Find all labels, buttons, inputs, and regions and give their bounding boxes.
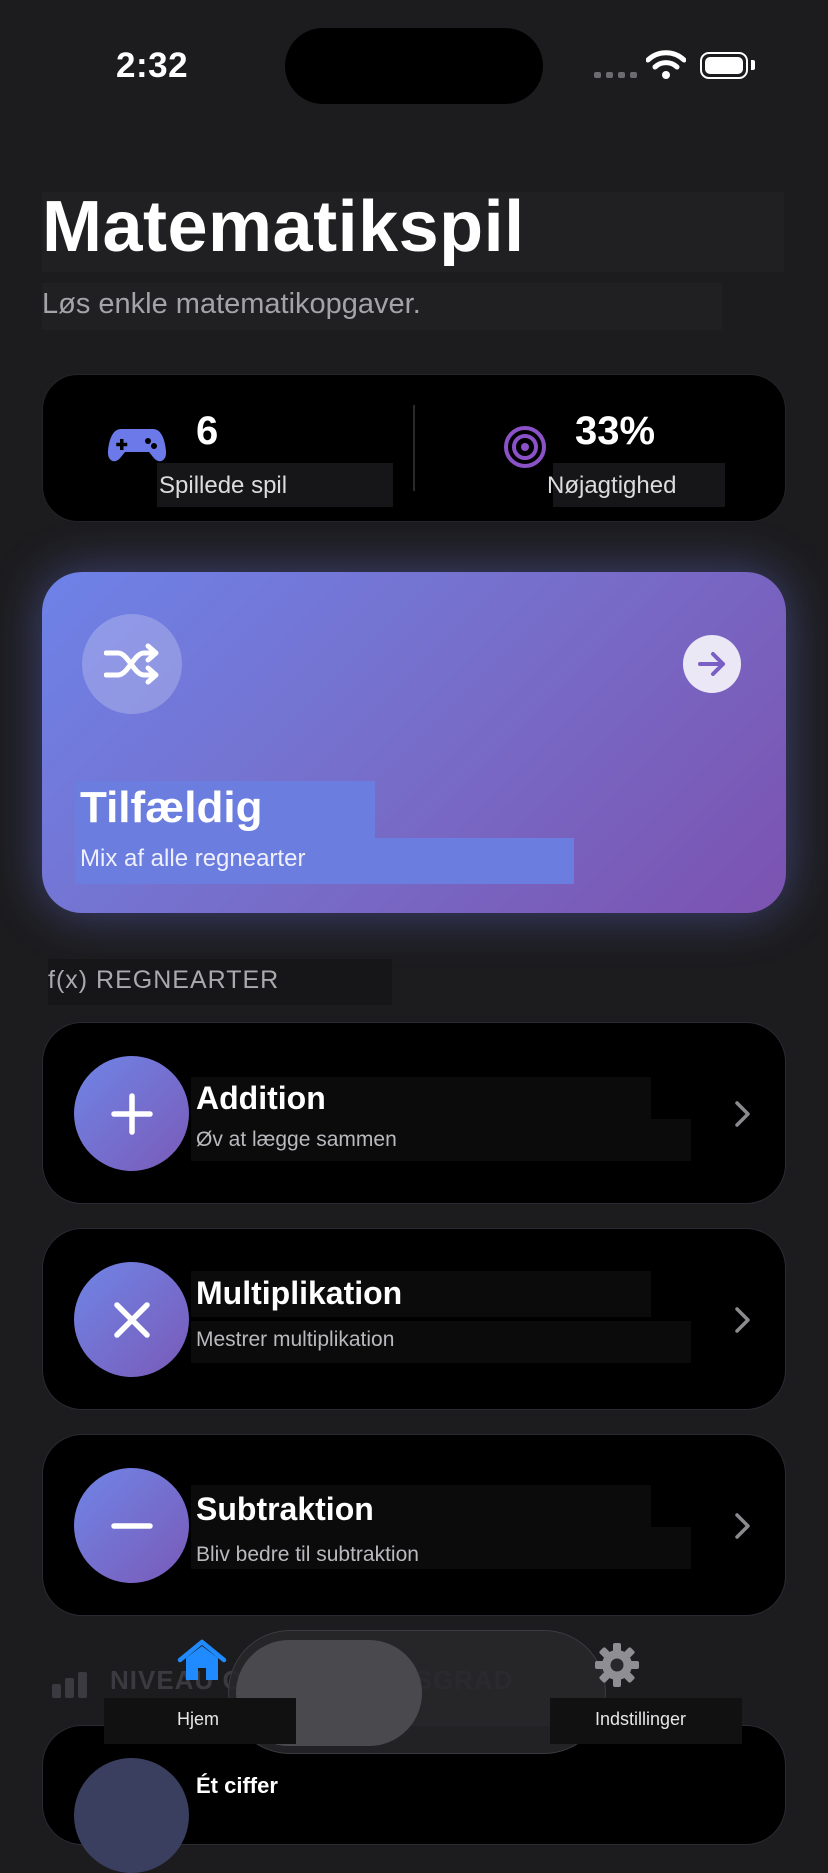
chevron-right-icon: [735, 1307, 750, 1333]
tab-home[interactable]: Hjem: [177, 1709, 219, 1730]
operation-title: Addition: [196, 1080, 326, 1116]
battery-icon: [700, 52, 748, 79]
cellular-signal-icon: [594, 72, 637, 78]
battery-cap: [751, 60, 755, 70]
gear-icon[interactable]: [593, 1641, 641, 1689]
operation-title: Subtraktion: [196, 1491, 374, 1527]
chevron-right-icon: [735, 1101, 750, 1127]
level-item-icon: [74, 1758, 189, 1873]
accuracy-label: Nøjagtighed: [547, 472, 677, 499]
tab-settings[interactable]: Indstillinger: [595, 1709, 686, 1730]
page-subtitle: Løs enkle matematikopgaver.: [42, 288, 421, 320]
shuffle-icon: [82, 614, 182, 714]
arrow-right-icon[interactable]: [683, 635, 741, 693]
stats-divider: [413, 405, 415, 491]
status-time: 2:32: [116, 46, 189, 85]
section-header-operations: f(x) REGNEARTER: [48, 966, 280, 994]
operation-subtitle: Øv at lægge sammen: [196, 1128, 397, 1151]
accuracy-value: 33%: [575, 409, 656, 453]
plus-icon: [74, 1056, 189, 1171]
wifi-icon: [646, 50, 686, 79]
dynamic-island: [285, 28, 543, 104]
random-subtitle: Mix af alle regnearter: [80, 845, 306, 872]
chevron-right-icon: [735, 1513, 750, 1539]
times-icon: [74, 1262, 189, 1377]
level-item-title: Ét ciffer: [196, 1773, 278, 1798]
operation-subtitle: Mestrer multiplikation: [196, 1328, 395, 1351]
page-title: Matematikspil: [42, 187, 525, 267]
games-played-label: Spillede spil: [159, 472, 288, 499]
operation-subtitle: Bliv bedre til subtraktion: [196, 1543, 419, 1566]
house-icon[interactable]: [176, 1638, 228, 1684]
minus-icon: [74, 1468, 189, 1583]
random-title: Tilfældig: [80, 783, 263, 832]
level-chart-icon: [52, 1672, 87, 1698]
gamepad-icon: [107, 429, 167, 462]
operation-title: Multiplikation: [196, 1275, 403, 1311]
games-played-value: 6: [196, 409, 219, 453]
target-icon: [504, 426, 546, 468]
